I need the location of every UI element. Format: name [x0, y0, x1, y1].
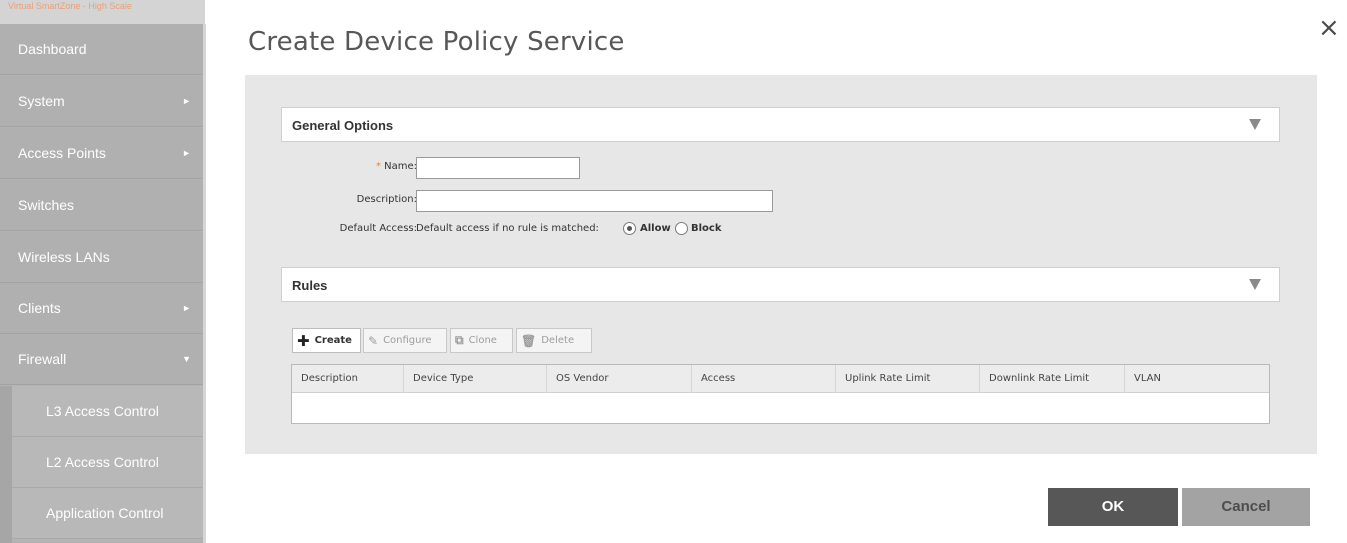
delete-button[interactable]: 🗑 Delete [516, 328, 592, 353]
sidebar-item-label: Wireless LANs [18, 249, 110, 265]
default-access-description: Default access if no rule is matched: [416, 223, 599, 234]
cancel-button[interactable]: Cancel [1182, 488, 1310, 526]
sidebar-item-label: Clients [18, 300, 61, 316]
general-options-section-header[interactable]: General Options [281, 107, 1280, 142]
column-header-downlink-rate-limit[interactable]: Downlink Rate Limit [980, 365, 1125, 393]
column-header-uplink-rate-limit[interactable]: Uplink Rate Limit [836, 365, 980, 393]
column-header-device-type[interactable]: Device Type [404, 365, 547, 393]
name-label-text: Name: [384, 161, 417, 172]
sidebar-item-label: Switches [18, 197, 75, 213]
name-input[interactable] [416, 157, 580, 179]
close-icon[interactable]: × [1318, 15, 1340, 41]
sidebar-item-label: Firewall [18, 351, 67, 367]
brand-label: Virtual SmartZone - High Scale [0, 0, 205, 24]
chevron-right-icon: ► [182, 148, 191, 158]
sidebar-item-system[interactable]: System ► [0, 76, 205, 127]
column-header-vlan[interactable]: VLAN [1125, 365, 1269, 393]
section-title: General Options [292, 118, 394, 133]
sidebar-item-label: Dashboard [18, 41, 87, 57]
description-input[interactable] [416, 190, 773, 212]
sidebar: Virtual SmartZone - High Scale Dashboard… [0, 0, 206, 543]
delete-button-label: Delete [541, 335, 575, 346]
sidebar-item-label: Access Points [18, 145, 106, 161]
description-label: Description: [356, 194, 417, 205]
block-radio[interactable] [675, 222, 688, 235]
section-title: Rules [292, 278, 328, 293]
sidebar-item-label: System [18, 93, 65, 109]
allow-radio[interactable] [623, 222, 636, 235]
required-mark: * [375, 161, 381, 172]
default-access-label: Default Access: [339, 223, 417, 234]
sidebar-item-access-points[interactable]: Access Points ► [0, 128, 205, 179]
app-window: Virtual SmartZone - High Scale Dashboard… [0, 0, 1347, 543]
sidebar-item-switches[interactable]: Switches [0, 180, 205, 231]
table-header: Description Device Type OS Vendor Access… [292, 365, 1269, 393]
submenu-indent [0, 386, 12, 543]
allow-radio-label[interactable]: Allow [640, 223, 671, 234]
clone-button[interactable]: ⧉ Clone [450, 328, 513, 353]
create-button[interactable]: ✚ Create [292, 328, 361, 353]
sidebar-item-firewall[interactable]: Firewall ▼ [0, 334, 205, 385]
form-panel: General Options * Name: Description: Def… [245, 75, 1317, 454]
sidebar-item-dashboard[interactable]: Dashboard [0, 24, 205, 75]
sidebar-subitem-label: L3 Access Control [46, 403, 159, 419]
rules-table: Description Device Type OS Vendor Access… [291, 364, 1270, 424]
configure-button-label: Configure [383, 335, 432, 346]
configure-button[interactable]: ✎ Configure [363, 328, 447, 353]
name-label: * Name: [257, 161, 417, 172]
ok-button[interactable]: OK [1048, 488, 1178, 526]
column-header-access[interactable]: Access [692, 365, 836, 393]
chevron-down-icon: ▼ [182, 354, 191, 364]
sidebar-item-clients[interactable]: Clients ► [0, 283, 205, 334]
clone-icon: ⧉ [455, 333, 464, 347]
clone-button-label: Clone [468, 335, 497, 346]
page-title: Create Device Policy Service [248, 27, 625, 57]
triangle-down-icon[interactable] [1249, 279, 1261, 290]
column-header-description[interactable]: Description [292, 365, 404, 393]
rules-section-header[interactable]: Rules [281, 267, 1280, 302]
triangle-down-icon[interactable] [1249, 119, 1261, 130]
sidebar-subitem-label: L2 Access Control [46, 454, 159, 470]
sidebar-subitem-application-control[interactable]: Application Control [12, 488, 205, 539]
chevron-right-icon: ► [182, 96, 191, 106]
plus-icon: ✚ [297, 331, 310, 350]
sidebar-subitem-l2-access-control[interactable]: L2 Access Control [12, 437, 205, 488]
sidebar-subitem-label: Application Control [46, 505, 164, 521]
sidebar-divider [203, 24, 206, 543]
pencil-icon: ✎ [368, 333, 379, 348]
sidebar-item-wireless-lans[interactable]: Wireless LANs [0, 232, 205, 283]
block-radio-label[interactable]: Block [691, 223, 722, 234]
trash-icon: 🗑 [521, 333, 537, 348]
create-button-label: Create [314, 335, 352, 346]
sidebar-subitem-l3-access-control[interactable]: L3 Access Control [12, 386, 205, 437]
column-header-os-vendor[interactable]: OS Vendor [547, 365, 692, 393]
chevron-right-icon: ► [182, 303, 191, 313]
